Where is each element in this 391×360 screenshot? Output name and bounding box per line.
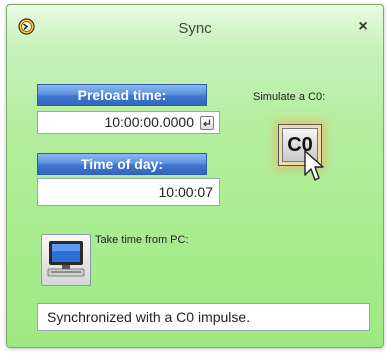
window-title: Sync [178,20,212,37]
preload-time-value: 10:00:00.0000 [104,114,194,130]
simulate-c0-label: Simulate a C0: [253,91,326,103]
sync-window: Sync × Preload time: 10:00:00.0000 Time … [6,4,384,348]
preload-time-field[interactable]: 10:00:00.0000 [37,111,220,134]
take-time-from-pc-button[interactable] [41,234,91,286]
time-of-day-value: 10:00:07 [158,184,214,200]
title-bar[interactable]: Sync × [7,5,383,49]
enter-key-icon[interactable] [200,116,214,130]
computer-icon [47,241,85,277]
take-time-from-pc-label: Take time from PC: [95,234,189,246]
time-of-day-field: 10:00:07 [37,178,220,206]
time-of-day-label: Time of day: [37,153,207,175]
close-button[interactable]: × [351,17,375,37]
mouse-pointer-icon [304,150,324,181]
status-message: Synchronized with a C0 impulse. [37,303,370,331]
preload-time-label: Preload time: [37,84,207,106]
